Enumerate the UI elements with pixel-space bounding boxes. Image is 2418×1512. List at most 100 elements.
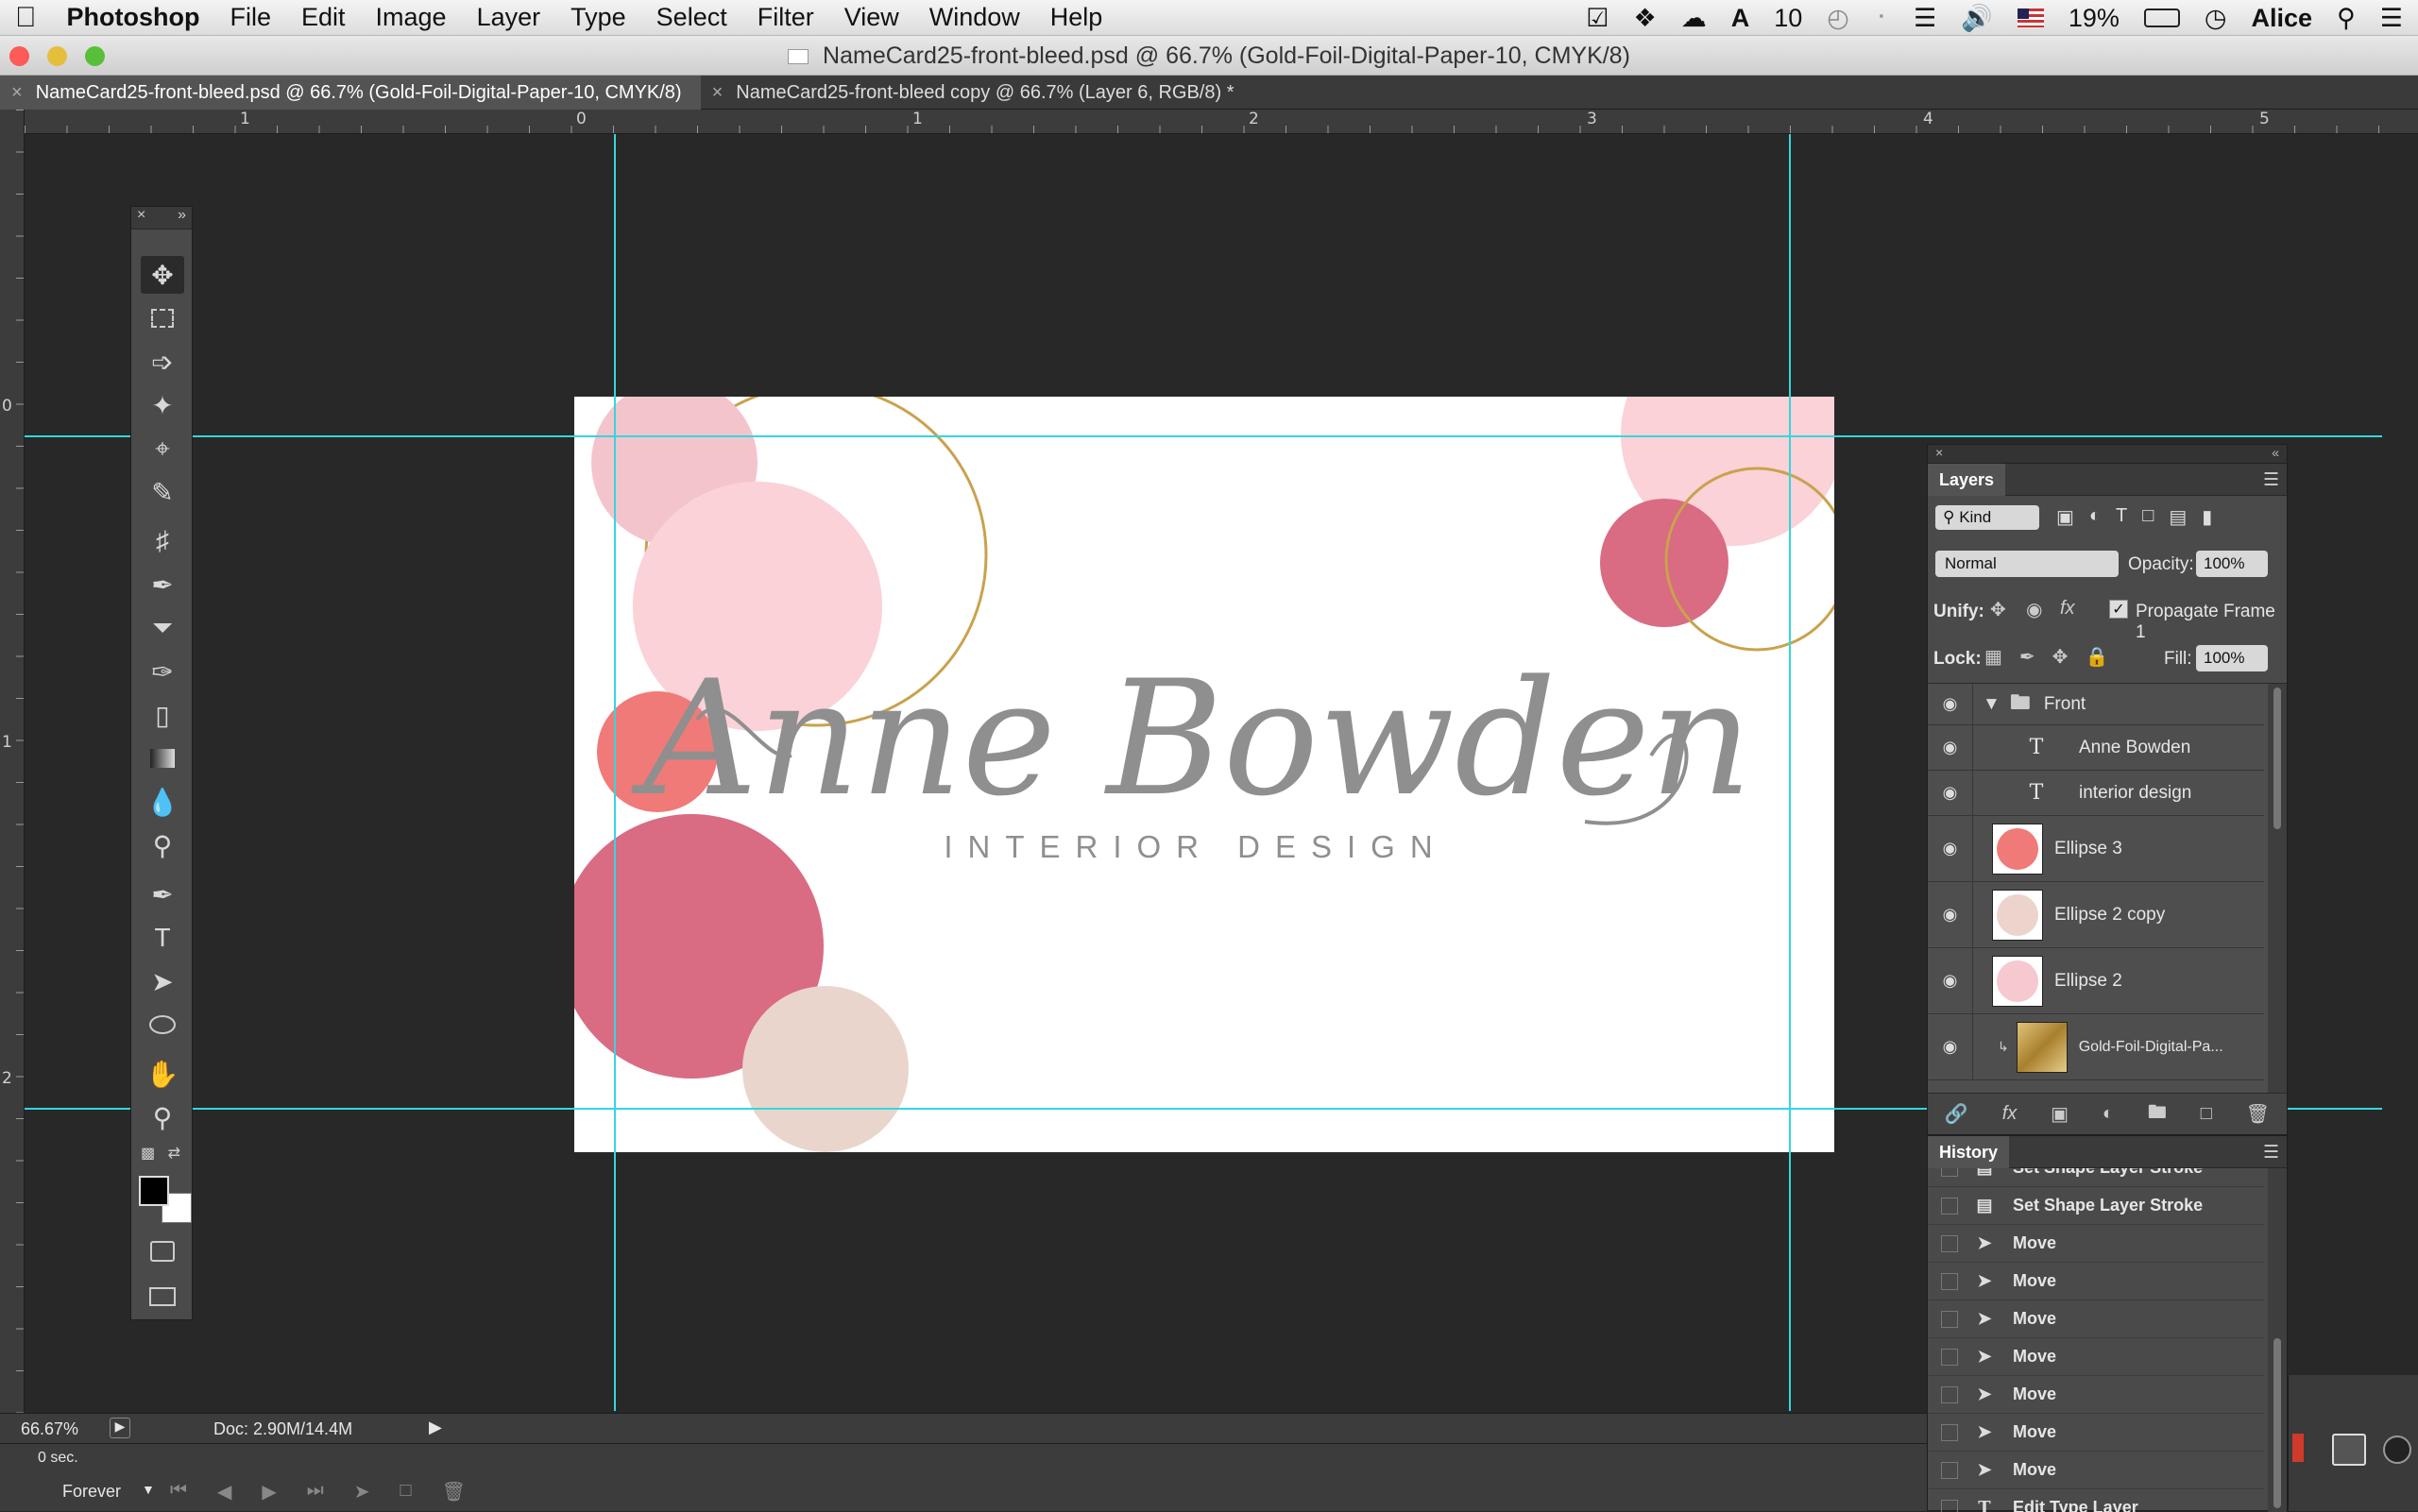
- expand-group-icon[interactable]: ▼: [1983, 694, 2001, 715]
- zoom-window-button[interactable]: [85, 46, 105, 66]
- layer-row-ellipse-2[interactable]: ◉ Ellipse 2: [1928, 948, 2264, 1014]
- layer-row-interior-design[interactable]: ◉ T interior design: [1928, 771, 2264, 816]
- path-selection-tool-icon[interactable]: ➤: [141, 962, 184, 1000]
- screen-mode-icon[interactable]: [141, 1278, 184, 1316]
- eyedropper-tool-icon[interactable]: ✎: [141, 473, 184, 511]
- history-item[interactable]: ▤Set Shape Layer Stroke: [1928, 1168, 2264, 1187]
- dropbox-icon[interactable]: ❖: [1633, 4, 1656, 33]
- status-info-icon[interactable]: ▶: [110, 1418, 130, 1438]
- filter-adjustment-icon[interactable]: ◐: [2089, 505, 2101, 529]
- history-item[interactable]: ➤ Move: [1928, 1452, 2264, 1489]
- filter-smart-object-icon[interactable]: ▤: [2169, 505, 2187, 529]
- panel-icon[interactable]: [2292, 1434, 2304, 1462]
- layer-style-icon[interactable]: fx: [2002, 1103, 2018, 1125]
- panel-menu-icon[interactable]: ☰: [2263, 469, 2279, 491]
- visibility-eye-icon[interactable]: ◉: [1928, 1014, 1973, 1079]
- play-icon[interactable]: ▶: [262, 1480, 276, 1504]
- crop-tool-icon[interactable]: ⌖: [141, 430, 184, 467]
- filter-type-icon[interactable]: T: [2116, 505, 2127, 529]
- lock-all-icon[interactable]: 🔒: [2085, 645, 2108, 669]
- evernote-icon[interactable]: ☁: [1681, 4, 1707, 33]
- minimize-window-button[interactable]: [47, 46, 67, 66]
- close-tab-icon[interactable]: ×: [712, 76, 724, 110]
- tab-layers[interactable]: Layers: [1928, 464, 2006, 496]
- move-tool-icon[interactable]: ✥: [141, 256, 184, 294]
- document-canvas[interactable]: Anne Bowden INTERIOR DESIGN: [574, 397, 1834, 1152]
- visibility-eye-icon[interactable]: ◉: [1928, 684, 1973, 724]
- tab-namecard-copy[interactable]: × NameCard25-front-bleed copy @ 66.7% (L…: [701, 76, 1253, 110]
- new-group-icon[interactable]: 🖿: [2148, 1098, 2167, 1130]
- delete-layer-icon[interactable]: 🗑: [2246, 1102, 2270, 1126]
- frame-delay-select[interactable]: 0 sec.: [38, 1450, 78, 1467]
- ellipse-tool-icon[interactable]: [141, 1006, 184, 1044]
- status-menu-arrow-icon[interactable]: ▶: [429, 1418, 442, 1437]
- default-colors-icon[interactable]: ▩: [141, 1144, 155, 1163]
- blur-tool-icon[interactable]: 💧: [141, 783, 184, 821]
- layer-row-ellipse-3[interactable]: ◉ Ellipse 3: [1928, 816, 2264, 882]
- menu-view[interactable]: View: [829, 3, 914, 32]
- menu-layer[interactable]: Layer: [462, 3, 556, 32]
- menu-help[interactable]: Help: [1035, 3, 1118, 32]
- zoom-tool-icon[interactable]: ⚲: [141, 1098, 184, 1136]
- checklist-icon[interactable]: ☑: [1586, 4, 1609, 33]
- opacity-input[interactable]: 100%: [2196, 551, 2268, 577]
- spotlight-search-icon[interactable]: ⚲: [2337, 4, 2356, 33]
- visibility-eye-icon[interactable]: ◉: [1928, 725, 1973, 770]
- layer-row-gold-foil[interactable]: ◉ ↳ Gold-Foil-Digital-Pa...: [1928, 1014, 2264, 1080]
- close-tab-icon[interactable]: ×: [11, 76, 23, 110]
- horizontal-ruler[interactable]: 1 0 1 2 3 4 5: [25, 110, 2418, 134]
- lock-transparency-icon[interactable]: ▦: [1984, 645, 2002, 669]
- layer-filter-kind-select[interactable]: ⚲ Kind: [1935, 505, 2039, 530]
- adobe-icon[interactable]: A: [1731, 4, 1750, 33]
- bluetooth-icon[interactable]: ᛫: [1874, 4, 1889, 33]
- panel-menu-icon[interactable]: ☰: [2263, 1142, 2279, 1164]
- loop-select[interactable]: Forever: [62, 1482, 121, 1502]
- close-panel-icon[interactable]: ×: [137, 207, 145, 229]
- duplicate-frame-icon[interactable]: □: [400, 1480, 412, 1504]
- filter-pixel-icon[interactable]: ▣: [2056, 505, 2074, 529]
- first-frame-icon[interactable]: ⏮: [170, 1480, 187, 1504]
- unify-style-icon[interactable]: fx: [2060, 598, 2075, 620]
- history-item[interactable]: ▤Set Shape Layer Stroke: [1928, 1187, 2264, 1225]
- guide-vertical[interactable]: [614, 134, 616, 1411]
- hand-tool-icon[interactable]: ✋: [141, 1055, 184, 1093]
- pen-tool-icon[interactable]: ✒: [141, 875, 184, 913]
- history-scrollbar[interactable]: [2268, 1168, 2287, 1512]
- user-name[interactable]: Alice: [2251, 4, 2312, 33]
- layer-row-ellipse-2-copy[interactable]: ◉ Ellipse 2 copy: [1928, 882, 2264, 948]
- next-frame-icon[interactable]: ⏭: [307, 1480, 324, 1504]
- loop-dropdown-icon[interactable]: ▼: [142, 1482, 155, 1497]
- healing-brush-tool-icon[interactable]: ♯: [141, 522, 184, 560]
- clone-stamp-tool-icon[interactable]: ⏷: [141, 609, 184, 647]
- previous-frame-icon[interactable]: ◀: [217, 1480, 231, 1504]
- notification-center-icon[interactable]: ☰: [2380, 4, 2403, 33]
- tab-history[interactable]: History: [1928, 1136, 2010, 1168]
- visibility-eye-icon[interactable]: ◉: [1928, 771, 1973, 815]
- layer-list-scrollbar[interactable]: [2268, 684, 2287, 1093]
- dodge-tool-icon[interactable]: ⚲: [141, 826, 184, 864]
- layer-row-front[interactable]: ◉ ▼ 🖿 Front: [1928, 684, 2264, 725]
- close-window-button[interactable]: [9, 46, 29, 66]
- brush-tool-icon[interactable]: ✒: [141, 566, 184, 603]
- time-machine-icon[interactable]: ◴: [1827, 4, 1849, 33]
- propagate-checkbox[interactable]: ✓: [2109, 600, 2128, 619]
- guide-horizontal[interactable]: [25, 435, 2382, 437]
- delete-frame-icon[interactable]: 🗑: [442, 1480, 466, 1504]
- collapse-panel-icon[interactable]: «: [2272, 445, 2279, 463]
- marquee-tool-icon[interactable]: [141, 299, 184, 337]
- lock-position-icon[interactable]: ✥: [2052, 645, 2069, 669]
- volume-icon[interactable]: 🔊: [1961, 3, 1993, 33]
- filter-shape-icon[interactable]: □: [2142, 505, 2154, 529]
- history-item[interactable]: ➤ Move: [1928, 1376, 2264, 1414]
- close-panel-icon[interactable]: ×: [1935, 445, 1943, 463]
- quick-mask-icon[interactable]: [141, 1232, 184, 1270]
- vertical-ruler[interactable]: 0 1 2: [0, 110, 25, 1413]
- visibility-eye-icon[interactable]: ◉: [1928, 948, 1973, 1013]
- tab-namecard-front[interactable]: × NameCard25-front-bleed.psd @ 66.7% (Go…: [0, 76, 701, 110]
- history-item[interactable]: ➤ Move: [1928, 1225, 2264, 1263]
- filter-toggle-icon[interactable]: ▮: [2202, 505, 2212, 529]
- layer-row-anne-bowden[interactable]: ◉ T Anne Bowden: [1928, 725, 2264, 771]
- eraser-tool-icon[interactable]: ▯: [141, 696, 184, 734]
- visibility-eye-icon[interactable]: ◉: [1928, 816, 1973, 881]
- menu-filter[interactable]: Filter: [742, 3, 829, 32]
